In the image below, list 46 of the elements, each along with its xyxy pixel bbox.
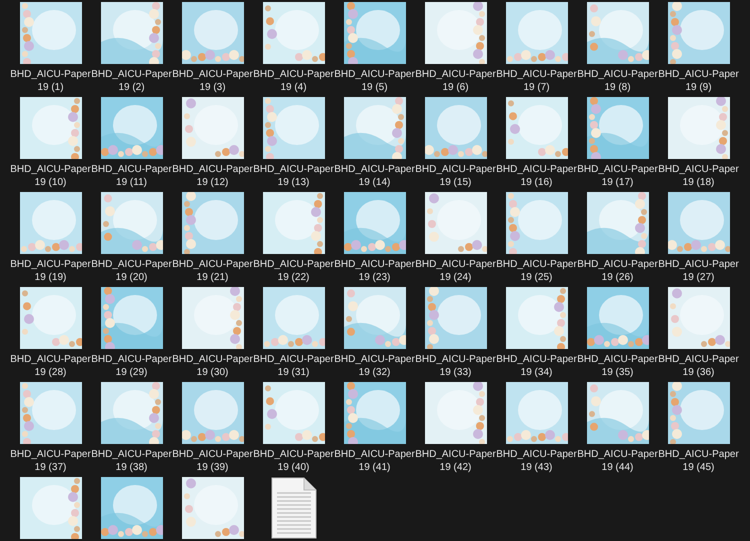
file-name: BHD_AICU-Paper 19 (29) bbox=[91, 353, 172, 379]
file-name: BHD_AICU-Paper 19 (45) bbox=[658, 448, 739, 474]
file-name: BHD_AICU-Paper 19 (44) bbox=[577, 448, 658, 474]
file-name: BHD_AICU-Paper 19 (13) bbox=[253, 163, 334, 189]
file-name: BHD_AICU-Paper 19 (22) bbox=[253, 258, 334, 284]
document-icon bbox=[270, 477, 316, 539]
file-name: BHD_AICU-Paper 19 (30) bbox=[172, 353, 253, 379]
file-name: BHD_AICU-Paper 19 (14) bbox=[334, 163, 415, 189]
file-name: BHD_AICU-Paper 19 (4) bbox=[253, 68, 334, 94]
file-name: BHD_AICU-Paper 19 (16) bbox=[496, 163, 577, 189]
file-name: BHD_AICU-Paper 19 (24) bbox=[415, 258, 496, 284]
file-name: BHD_AICU-Paper 19 (28) bbox=[10, 353, 91, 379]
file-name: BHD_AICU-Paper 19 (42) bbox=[415, 448, 496, 474]
file-name: BHD_AICU-Paper 19 (37) bbox=[10, 448, 91, 474]
file-name: BHD_AICU-Paper 19 (5) bbox=[334, 68, 415, 94]
file-name: BHD_AICU-Paper 19 (40) bbox=[253, 448, 334, 474]
file-name: BHD_AICU-Paper 19 (11) bbox=[91, 163, 172, 189]
file-name: BHD_AICU-Paper 19 (8) bbox=[577, 68, 658, 94]
file-name: BHD_AICU-Paper 19 (1) bbox=[10, 68, 91, 94]
file-name: BHD_AICU-Paper 19 (39) bbox=[172, 448, 253, 474]
file-name: BHD_AICU-Paper 19 (3) bbox=[172, 68, 253, 94]
file-name: BHD_AICU-Paper 19 (7) bbox=[496, 68, 577, 94]
file-name: BHD_AICU-Paper 19 (32) bbox=[334, 353, 415, 379]
file-name: BHD_AICU-Paper 19 (10) bbox=[10, 163, 91, 189]
file-name: BHD_AICU-Paper 19 (17) bbox=[577, 163, 658, 189]
file-name: BHD_AICU-Paper 19 (21) bbox=[172, 258, 253, 284]
file-name: BHD_AICU-Paper 19 (19) bbox=[10, 258, 91, 284]
file-name: BHD_AICU-Paper 19 (38) bbox=[91, 448, 172, 474]
file-name: BHD_AICU-Paper 19 (9) bbox=[658, 68, 739, 94]
file-name: BHD_AICU-Paper 19 (33) bbox=[415, 353, 496, 379]
file-name: BHD_AICU-Paper 19 (36) bbox=[658, 353, 739, 379]
file-name: BHD_AICU-Paper 19 (26) bbox=[577, 258, 658, 284]
file-name: BHD_AICU-Paper 19 (12) bbox=[172, 163, 253, 189]
file-name: BHD_AICU-Paper 19 (23) bbox=[334, 258, 415, 284]
file-name: BHD_AICU-Paper 19 (27) bbox=[658, 258, 739, 284]
file-name: BHD_AICU-Paper 19 (15) bbox=[415, 163, 496, 189]
file-name: BHD_AICU-Paper 19 (2) bbox=[91, 68, 172, 94]
file-name: BHD_AICU-Paper 19 (31) bbox=[253, 353, 334, 379]
file-name: BHD_AICU-Paper 19 (20) bbox=[91, 258, 172, 284]
file-name: BHD_AICU-Paper 19 (43) bbox=[496, 448, 577, 474]
file-name: BHD_AICU-Paper 19 (25) bbox=[496, 258, 577, 284]
file-name: BHD_AICU-Paper 19 (35) bbox=[577, 353, 658, 379]
file-name: BHD_AICU-Paper 19 (18) bbox=[658, 163, 739, 189]
file-name: BHD_AICU-Paper 19 (6) bbox=[415, 68, 496, 94]
file-name: BHD_AICU-Paper 19 (41) bbox=[334, 448, 415, 474]
file-name: BHD_AICU-Paper 19 (34) bbox=[496, 353, 577, 379]
